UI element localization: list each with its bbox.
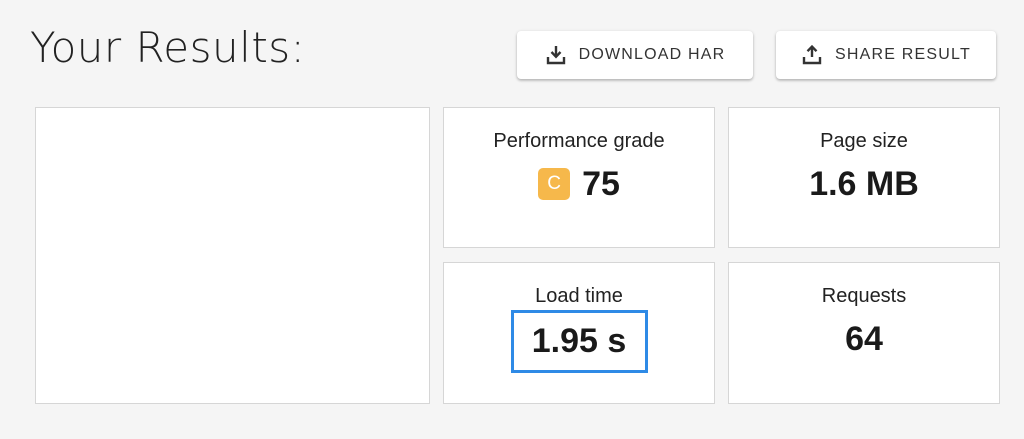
download-icon	[546, 46, 565, 65]
performance-grade-value: C 75	[538, 164, 620, 204]
page-screenshot-panel	[35, 107, 430, 404]
share-result-button[interactable]: SHARE RESULT	[776, 31, 996, 79]
page-size-label: Page size	[820, 130, 908, 152]
load-time-card: Load time 1.95 s	[443, 262, 715, 404]
download-har-button[interactable]: DOWNLOAD HAR	[517, 31, 753, 79]
requests-label: Requests	[821, 285, 907, 307]
performance-score: 75	[582, 165, 620, 203]
performance-grade-label: Performance grade	[493, 130, 665, 152]
page-size-card: Page size 1.6 MB	[728, 107, 1000, 248]
grade-badge: C	[538, 168, 571, 200]
share-result-label: SHARE RESULT	[835, 46, 971, 63]
page-size-value: 1.6 MB	[809, 165, 919, 203]
load-time-value[interactable]: 1.95 s	[510, 310, 648, 373]
requests-value: 64	[845, 320, 883, 358]
page-title: Your Results:	[30, 23, 306, 72]
requests-card: Requests 64	[728, 262, 1000, 404]
share-upload-icon	[802, 44, 822, 65]
download-har-label: DOWNLOAD HAR	[578, 46, 726, 63]
load-time-label: Load time	[535, 285, 623, 307]
performance-grade-card: Performance grade C 75	[443, 107, 715, 248]
